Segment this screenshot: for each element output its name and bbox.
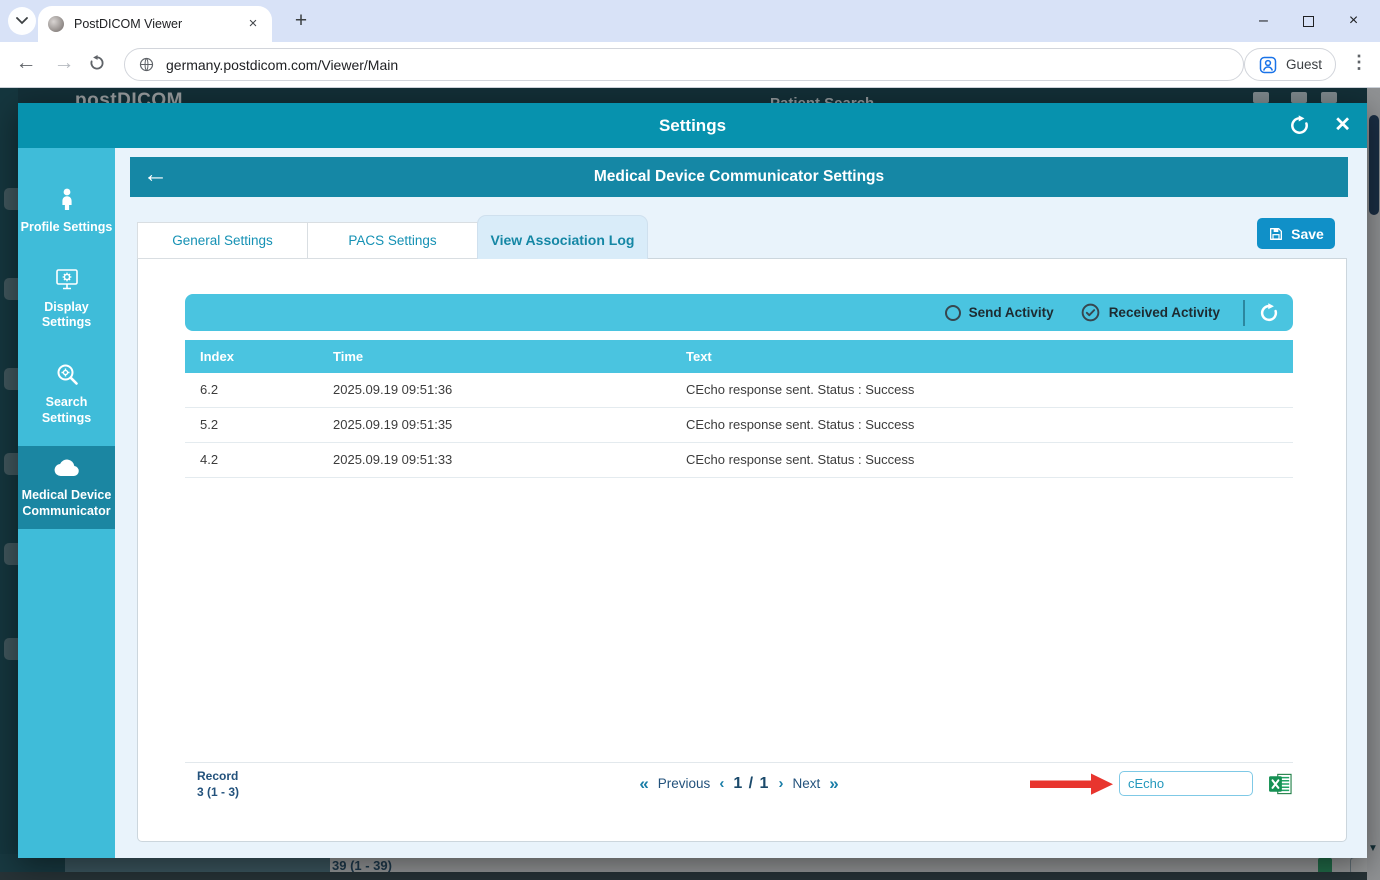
log-refresh-button[interactable]	[1258, 302, 1280, 324]
address-bar[interactable]: germany.postdicom.com/Viewer/Main	[124, 48, 1244, 81]
modal-refresh-button[interactable]	[1288, 114, 1311, 137]
last-page-icon[interactable]: »	[829, 774, 838, 794]
activity-toggle-bar: Send Activity Received Activity	[185, 294, 1293, 331]
profile-label: Guest	[1286, 57, 1322, 72]
next-page-icon[interactable]: ›	[778, 775, 783, 792]
next-page-button[interactable]: Next	[792, 776, 820, 791]
new-tab-button[interactable]: +	[288, 8, 314, 34]
column-header-text: Text	[671, 340, 1293, 373]
window-maximize-button[interactable]	[1286, 5, 1331, 37]
cell-time: 2025.09.19 09:51:33	[318, 443, 671, 477]
previous-page-icon[interactable]: ‹	[719, 775, 724, 792]
received-activity-label: Received Activity	[1109, 305, 1220, 320]
tab-view-association-log[interactable]: View Association Log	[477, 215, 648, 259]
page-indicator: 1 / 1	[733, 775, 769, 793]
app-page: postDICOM Patient Search 39 (1 - 39) ▼ S…	[0, 88, 1380, 880]
cell-index: 6.2	[185, 373, 318, 407]
sidebar-item-label: Profile Settings	[20, 220, 113, 236]
first-page-icon[interactable]: «	[639, 774, 648, 794]
tab-search-button[interactable]	[8, 7, 36, 35]
sidebar-item-search-settings[interactable]: Search Settings	[18, 351, 115, 436]
save-button-label: Save	[1291, 226, 1324, 242]
back-button[interactable]: ←	[12, 51, 40, 75]
browser-toolbar: ← → germany.postdicom.com/Viewer/Main Gu…	[0, 42, 1380, 88]
sidebar-item-label: Search Settings	[20, 395, 113, 426]
sidebar-item-profile-settings[interactable]: Profile Settings	[18, 176, 115, 246]
column-header-time: Time	[318, 340, 671, 373]
tab-title: PostDICOM Viewer	[74, 17, 244, 31]
sidebar-item-label: Display Settings	[20, 300, 113, 331]
panel-header: ← Medical Device Communicator Settings	[130, 157, 1348, 197]
cell-text: CEcho response sent. Status : Success	[671, 443, 1293, 477]
browser-tab[interactable]: PostDICOM Viewer ×	[38, 6, 272, 42]
save-floppy-icon	[1268, 226, 1284, 242]
send-activity-option[interactable]: Send Activity	[945, 305, 1054, 321]
site-favicon	[48, 16, 64, 32]
forward-button[interactable]: →	[50, 51, 78, 75]
received-activity-option[interactable]: Received Activity	[1080, 302, 1220, 323]
cloud-icon	[52, 456, 82, 480]
monitor-gear-icon	[54, 266, 80, 292]
person-icon	[54, 186, 80, 212]
modal-close-button[interactable]: ✕	[1334, 112, 1351, 137]
divider	[1243, 300, 1245, 326]
table-row[interactable]: 4.2 2025.09.19 09:51:33 CEcho response s…	[185, 443, 1293, 478]
browser-tab-strip: PostDICOM Viewer × + – ×	[0, 0, 1380, 42]
guest-avatar-icon	[1258, 55, 1278, 75]
device-communicator-content: ← Medical Device Communicator Settings G…	[115, 148, 1367, 858]
url-text: germany.postdicom.com/Viewer/Main	[166, 57, 398, 73]
export-excel-button[interactable]	[1268, 773, 1293, 795]
refresh-icon	[1288, 114, 1311, 137]
association-log-panel: Send Activity Received Activity	[137, 258, 1347, 842]
save-button[interactable]: Save	[1257, 218, 1335, 249]
tab-general-settings[interactable]: General Settings	[137, 222, 308, 259]
browser-menu-button[interactable]: ⋮	[1350, 52, 1368, 73]
cell-text: CEcho response sent. Status : Success	[671, 373, 1293, 407]
settings-modal-titlebar: Settings ✕	[18, 103, 1367, 148]
settings-modal-title: Settings	[18, 103, 1367, 148]
previous-page-button[interactable]: Previous	[658, 776, 711, 791]
radio-checked-icon	[1080, 302, 1101, 323]
sidebar-item-display-settings[interactable]: Display Settings	[18, 256, 115, 341]
site-info-globe-icon[interactable]	[138, 56, 155, 73]
excel-icon	[1268, 773, 1293, 795]
log-filter-input[interactable]	[1119, 771, 1253, 796]
annotation-arrow-icon	[1028, 772, 1114, 796]
sidebar-item-label: Medical Device Communicator	[20, 488, 113, 519]
reload-icon	[88, 54, 106, 72]
tab-close-icon[interactable]: ×	[244, 15, 262, 33]
cell-time: 2025.09.19 09:51:36	[318, 373, 671, 407]
association-log-table: Index Time Text 6.2 2025.09.19 09:51:36 …	[185, 340, 1293, 478]
settings-modal: Settings ✕ Profile Settings Display Sett…	[18, 103, 1367, 858]
table-footer: Record 3 (1 - 3) « Previous ‹ 1 / 1 › Ne…	[185, 762, 1293, 803]
back-arrow-icon[interactable]: ←	[143, 160, 168, 189]
panel-header-title: Medical Device Communicator Settings	[130, 157, 1348, 197]
maximize-icon	[1303, 16, 1314, 27]
cell-index: 4.2	[185, 443, 318, 477]
profile-button[interactable]: Guest	[1244, 48, 1336, 81]
table-row[interactable]: 5.2 2025.09.19 09:51:35 CEcho response s…	[185, 408, 1293, 443]
chevron-down-icon	[16, 17, 28, 25]
settings-sidebar: Profile Settings Display Settings Search…	[18, 148, 115, 858]
search-gear-icon	[54, 361, 80, 387]
table-row[interactable]: 6.2 2025.09.19 09:51:36 CEcho response s…	[185, 373, 1293, 408]
tabs-row: General Settings PACS Settings View Asso…	[137, 215, 1347, 259]
column-header-index: Index	[185, 340, 318, 373]
cell-index: 5.2	[185, 408, 318, 442]
reload-button[interactable]	[88, 54, 116, 72]
refresh-icon	[1258, 302, 1280, 324]
window-close-button[interactable]: ×	[1331, 5, 1376, 37]
cell-text: CEcho response sent. Status : Success	[671, 408, 1293, 442]
sidebar-item-medical-device-communicator[interactable]: Medical Device Communicator	[18, 446, 115, 529]
send-activity-label: Send Activity	[969, 305, 1054, 320]
tab-pacs-settings[interactable]: PACS Settings	[307, 222, 478, 259]
radio-unchecked-icon	[945, 305, 961, 321]
cell-time: 2025.09.19 09:51:35	[318, 408, 671, 442]
table-header-row: Index Time Text	[185, 340, 1293, 373]
window-minimize-button[interactable]: –	[1241, 5, 1286, 37]
